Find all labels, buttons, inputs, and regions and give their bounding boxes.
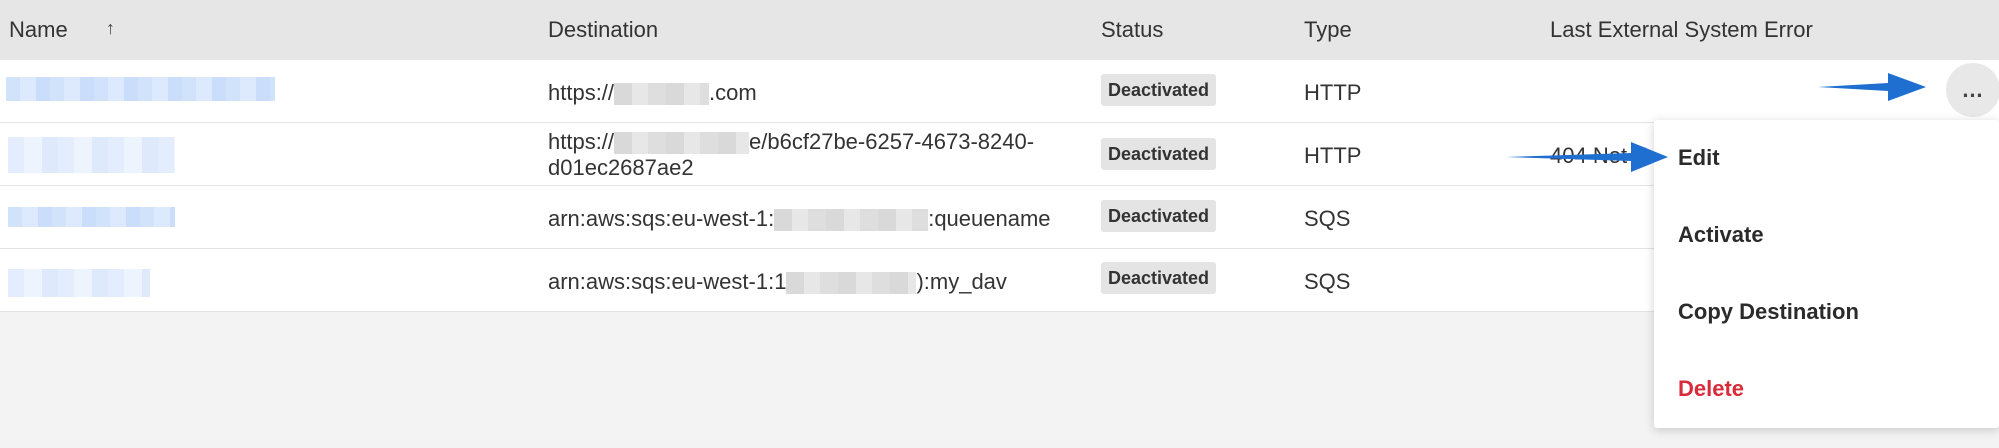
type-cell: HTTP bbox=[1304, 143, 1362, 168]
redacted-name[interactable] bbox=[8, 207, 175, 227]
more-horizontal-icon: … bbox=[1961, 77, 1985, 102]
destination-suffix: .com bbox=[709, 80, 757, 105]
type-cell: SQS bbox=[1304, 206, 1351, 231]
redacted-name[interactable] bbox=[6, 77, 275, 101]
column-header-status[interactable]: Status bbox=[1101, 17, 1163, 43]
menu-item-activate[interactable]: Activate bbox=[1678, 222, 1764, 248]
column-header-name[interactable]: Name bbox=[9, 17, 68, 43]
menu-item-edit[interactable]: Edit bbox=[1678, 145, 1720, 171]
destination-suffix: e/b6cf27be-6257-4673-8240- bbox=[749, 129, 1035, 154]
destination-prefix: https:// bbox=[548, 80, 615, 105]
destination-suffix: :queuename bbox=[928, 206, 1051, 231]
column-header-type[interactable]: Type bbox=[1304, 17, 1352, 43]
arrow-up-icon[interactable]: ↑ bbox=[106, 18, 115, 39]
destination-cell: arn:aws:sqs:eu-west-1:1 ):my_dav bbox=[548, 269, 1007, 295]
more-actions-button[interactable]: … bbox=[1946, 63, 1999, 117]
row-actions-menu: Edit Activate Copy Destination Delete bbox=[1654, 120, 1999, 428]
redacted-text bbox=[614, 83, 710, 106]
destination-cell: arn:aws:sqs:eu-west-1: :queuename bbox=[548, 206, 1051, 232]
redacted-text bbox=[774, 209, 929, 232]
status-badge: Deactivated bbox=[1101, 74, 1217, 106]
redacted-name[interactable] bbox=[8, 269, 150, 297]
column-header-destination[interactable]: Destination bbox=[548, 17, 658, 43]
status-badge: Deactivated bbox=[1101, 200, 1217, 232]
type-cell: SQS bbox=[1304, 269, 1351, 294]
annotation-arrow-icon bbox=[1818, 73, 1926, 101]
menu-item-delete[interactable]: Delete bbox=[1678, 376, 1744, 402]
column-header-last-error[interactable]: Last External System Error bbox=[1550, 17, 1813, 43]
redacted-text bbox=[786, 272, 917, 295]
redacted-name[interactable] bbox=[8, 137, 175, 173]
destination-cell: https:// e/b6cf27be-6257-4673-8240- d01ec… bbox=[548, 129, 1034, 181]
status-badge: Deactivated bbox=[1101, 262, 1217, 294]
destination-prefix: https:// bbox=[548, 129, 615, 154]
type-cell: HTTP bbox=[1304, 80, 1362, 105]
redacted-text bbox=[614, 132, 750, 155]
destination-suffix: ):my_dav bbox=[916, 269, 1007, 294]
menu-item-copy-destination[interactable]: Copy Destination bbox=[1678, 299, 1859, 325]
destination-line-2: d01ec2687ae2 bbox=[548, 155, 694, 180]
destination-cell: https:// .com bbox=[548, 80, 757, 106]
annotation-arrow-icon bbox=[1506, 142, 1668, 172]
destination-prefix: arn:aws:sqs:eu-west-1:1 bbox=[548, 269, 787, 294]
status-badge: Deactivated bbox=[1101, 138, 1217, 170]
destination-prefix: arn:aws:sqs:eu-west-1: bbox=[548, 206, 775, 231]
table-header: Name ↑ Destination Status Type Last Exte… bbox=[0, 0, 1999, 60]
table-row[interactable]: https:// .com Deactivated HTTP bbox=[0, 60, 1999, 123]
